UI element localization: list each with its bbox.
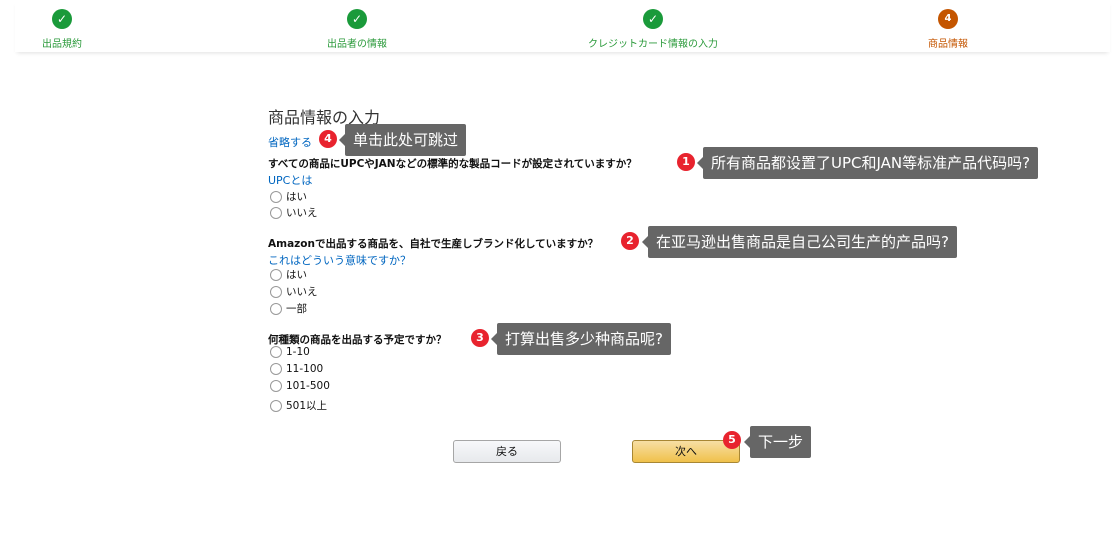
radio[interactable] [270, 190, 282, 203]
annotation-badge-2: 2 [621, 232, 639, 250]
upc-help-link[interactable]: UPCとは [268, 172, 312, 188]
radio[interactable] [270, 302, 282, 315]
radio[interactable] [270, 206, 282, 219]
annotation-badge-3: 3 [471, 329, 489, 347]
q2-option-partial[interactable]: 一部 [270, 301, 307, 316]
step-number: 4 [938, 9, 958, 29]
annotation-badge-1: 1 [677, 153, 695, 171]
q1-option-no[interactable]: いいえ [270, 205, 318, 220]
annotation-tooltip-3: 打算出售多少种商品呢? [491, 323, 671, 355]
step-seller-agreement: ✓ 出品規約 [0, 6, 172, 50]
radio[interactable] [270, 399, 282, 412]
radio[interactable] [270, 346, 282, 358]
q3-option-1[interactable]: 1-10 [270, 346, 310, 358]
radio[interactable] [270, 268, 282, 281]
check-icon: ✓ [347, 9, 367, 29]
question-3: 何種類の商品を出品する予定ですか？ [268, 334, 447, 346]
q2-option-yes[interactable]: はい [270, 267, 307, 282]
step-product-info: 4 商品情報 [838, 6, 1058, 50]
q3-option-2[interactable]: 11-100 [270, 363, 323, 375]
check-icon: ✓ [52, 9, 72, 29]
annotation-tooltip-5: 下一步 [743, 426, 812, 458]
meaning-help-link[interactable]: これはどういう意味ですか？ [268, 252, 411, 268]
annotation-badge-4: 4 [319, 130, 337, 148]
annotation-tooltip-2: 在亚马逊出售商品是自己公司生产的产品吗? [642, 226, 957, 258]
back-button[interactable]: 戻る [453, 440, 561, 463]
radio[interactable] [270, 285, 282, 298]
question-2: Amazonで出品する商品を、自社で生産しブランド化していますか？ [268, 238, 599, 250]
annotation-tooltip-4: 单击此处可跳过 [338, 124, 467, 156]
radio[interactable] [270, 380, 282, 392]
annotation-tooltip-1: 所有商品都设置了UPC和JAN等标准产品代码吗? [696, 147, 1039, 179]
q3-option-3[interactable]: 101-500 [270, 380, 330, 392]
step-seller-info: ✓ 出品者の情報 [247, 6, 467, 50]
q2-option-no[interactable]: いいえ [270, 284, 318, 299]
question-1: すべての商品にUPCやJANなどの標準的な製品コードが設定されていますか？ [268, 158, 637, 170]
check-icon: ✓ [643, 9, 663, 29]
annotation-badge-5: 5 [723, 431, 741, 449]
q1-option-yes[interactable]: はい [270, 189, 307, 204]
step-credit-card: ✓ クレジットカード情報の入力 [543, 6, 763, 50]
radio[interactable] [270, 363, 282, 375]
q3-option-4[interactable]: 501以上 [270, 398, 327, 413]
skip-link[interactable]: 省略する [268, 134, 312, 150]
